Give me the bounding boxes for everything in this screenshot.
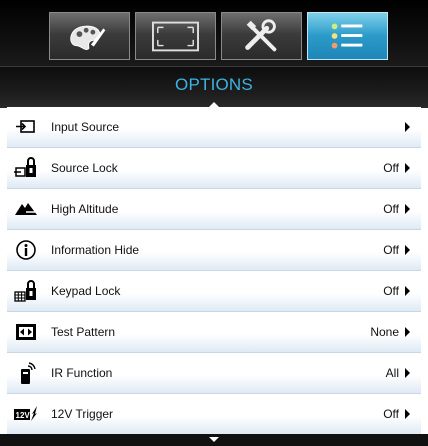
menu-item-test-pattern[interactable]: Test Pattern None <box>7 312 421 353</box>
menu-item-label: Information Hide <box>51 243 140 257</box>
scroll-down-icon[interactable] <box>209 437 219 442</box>
page-title: OPTIONS <box>175 75 253 94</box>
trigger-12v-icon: 12V <box>14 403 38 425</box>
palette-icon <box>70 25 106 51</box>
menu-item-value: Off <box>383 284 399 298</box>
high-altitude-icon <box>14 198 38 220</box>
menu-item-value: None <box>370 325 399 339</box>
menu-item-value: All <box>385 366 399 380</box>
display-frame-icon <box>152 21 199 52</box>
tab-setup[interactable] <box>221 12 302 60</box>
menu-item-label: Test Pattern <box>51 325 116 339</box>
menu-item-high-altitude[interactable]: High Altitude Off <box>7 189 421 230</box>
chevron-right-icon <box>405 245 410 255</box>
menu-footer <box>0 434 428 446</box>
chevron-right-icon <box>405 122 410 132</box>
ir-remote-icon <box>14 362 38 384</box>
menu-item-input-source[interactable]: Input Source <box>7 107 421 148</box>
svg-text:12V: 12V <box>16 411 31 420</box>
options-menu-list: Input Source Source Lock Off High Altitu… <box>7 107 421 435</box>
chevron-right-icon <box>405 204 410 214</box>
menu-item-value: Off <box>383 161 399 175</box>
tab-image[interactable] <box>49 12 130 60</box>
chevron-right-icon <box>405 409 410 419</box>
menu-item-label: Source Lock <box>51 161 118 175</box>
keypad-lock-icon <box>14 280 38 302</box>
tab-display[interactable] <box>135 12 216 60</box>
input-source-icon <box>14 116 38 138</box>
options-list-icon <box>331 23 363 49</box>
menu-item-source-lock[interactable]: Source Lock Off <box>7 148 421 189</box>
menu-item-value: Off <box>383 407 399 421</box>
tab-options[interactable] <box>307 12 388 60</box>
chevron-right-icon <box>405 286 410 296</box>
menu-item-value: Off <box>383 202 399 216</box>
menu-item-ir-function[interactable]: IR Function All <box>7 353 421 394</box>
menu-item-information-hide[interactable]: Information Hide Off <box>7 230 421 271</box>
menu-item-label: Input Source <box>51 120 120 134</box>
menu-item-label: High Altitude <box>51 202 119 216</box>
information-icon <box>14 239 38 261</box>
menu-item-12v-trigger[interactable]: 12V 12V Trigger Off <box>7 394 421 435</box>
menu-item-label: 12V Trigger <box>51 407 114 421</box>
source-lock-icon <box>14 157 38 179</box>
chevron-right-icon <box>405 368 410 378</box>
menu-item-keypad-lock[interactable]: Keypad Lock Off <box>7 271 421 312</box>
menu-item-label: Keypad Lock <box>51 284 121 298</box>
test-pattern-icon <box>14 321 38 343</box>
chevron-right-icon <box>405 327 410 337</box>
menu-item-label: IR Function <box>51 366 113 380</box>
menu-tab-bar <box>0 0 428 66</box>
menu-header: OPTIONS <box>0 66 428 108</box>
chevron-right-icon <box>405 163 410 173</box>
tools-icon <box>245 19 277 52</box>
menu-item-value: Off <box>383 243 399 257</box>
